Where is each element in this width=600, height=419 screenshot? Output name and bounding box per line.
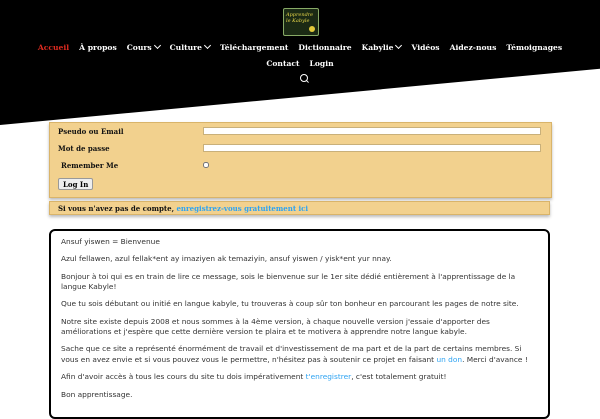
- welcome-title: Ansuf yiswen = Bienvenue: [61, 237, 160, 246]
- donate-link[interactable]: un don: [436, 355, 462, 364]
- chevron-down-icon: [203, 41, 211, 50]
- nav-item-propos[interactable]: À propos: [74, 43, 122, 53]
- site-logo[interactable]: Apprendre le Kabyle: [283, 8, 319, 36]
- nav-item-culture[interactable]: Culture: [165, 41, 215, 53]
- welcome-support: Sache que ce site a représenté énormémen…: [61, 344, 528, 364]
- nav-item-login[interactable]: Login: [305, 59, 339, 69]
- nav-item-t-l-chargement[interactable]: Téléchargement: [215, 43, 293, 53]
- login-form: Pseudo ou Email Mot de passe Remember Me…: [49, 122, 552, 198]
- main-navigation: Accueil À propos Cours Culture Téléchargemen…: [0, 41, 600, 69]
- welcome-history: Notre site existe depuis 2008 et nous so…: [61, 316, 490, 337]
- nav-row-secondary: Contact Login: [0, 59, 600, 69]
- welcome-register: Afin d'avoir accès à tous les cours du s…: [61, 372, 447, 382]
- welcome-closing: Bon apprentissage.: [61, 389, 133, 399]
- logo-mark-icon: [309, 26, 315, 32]
- search-icon[interactable]: [300, 74, 308, 82]
- nav-item-t-moignages[interactable]: Témoignages: [501, 43, 567, 53]
- password-label: Mot de passe: [58, 144, 110, 153]
- username-label: Pseudo ou Email: [58, 127, 124, 136]
- register-inline-link[interactable]: t'enregistrer: [306, 372, 352, 381]
- remember-me-label: Remember Me: [61, 161, 119, 170]
- nav-item-kabylie[interactable]: Kabylie: [357, 41, 407, 53]
- password-input[interactable]: [203, 144, 541, 152]
- welcome-level: Que tu sois débutant ou initié en langue…: [61, 299, 519, 309]
- username-input[interactable]: [203, 127, 541, 135]
- welcome-box: Ansuf yiswen = Bienvenue Azul fellawen, …: [49, 229, 550, 419]
- nav-item-dictionnaire[interactable]: Dictionnaire: [293, 43, 356, 53]
- nav-item-accueil[interactable]: Accueil: [33, 43, 74, 53]
- logo-text: Apprendre le Kabyle: [286, 12, 314, 24]
- nav-item-contact[interactable]: Contact: [261, 59, 304, 69]
- nav-item-vid-os[interactable]: Vidéos: [406, 43, 444, 53]
- chevron-down-icon: [395, 41, 403, 50]
- login-button[interactable]: Log In: [58, 178, 94, 190]
- chevron-down-icon: [153, 41, 161, 50]
- register-notice: Si vous n'avez pas de compte, enregistre…: [49, 201, 550, 215]
- nav-item-aidez-nous[interactable]: Aidez-nous: [445, 43, 502, 53]
- nav-item-cours[interactable]: Cours: [122, 41, 165, 53]
- welcome-intro: Bonjour à toi qui es en train de lire ce…: [61, 271, 516, 292]
- remember-me-checkbox[interactable]: [203, 162, 209, 168]
- register-link[interactable]: enregistrez-vous gratuitement ici: [176, 204, 308, 213]
- nav-row-primary: Accueil À propos Cours Culture Téléchargemen…: [0, 41, 600, 53]
- welcome-greeting: Azul fellawen, azul fellak*ent ay imaziy…: [61, 254, 392, 264]
- register-prefix: Si vous n'avez pas de compte,: [58, 204, 177, 213]
